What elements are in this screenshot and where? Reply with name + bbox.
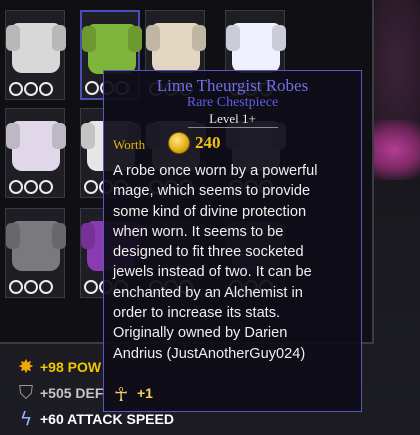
- gem-socket-icon: [24, 82, 38, 96]
- gold-coin-icon: [168, 132, 190, 154]
- description-line: when worn. It seems to be: [113, 223, 284, 240]
- stat-power: ✸ +98 POW: [15, 356, 101, 378]
- description-line: designed to fit three socketed: [113, 244, 304, 261]
- white-purple-armor-icon: [12, 121, 60, 171]
- item-tooltip: Lime Theurgist Robes Rare Chestpiece Lev…: [103, 70, 362, 412]
- item-level: Level 1+: [209, 111, 256, 126]
- bonus-value: +1: [137, 385, 153, 401]
- description-line: some kind of divine protection: [113, 203, 307, 220]
- item-name: Lime Theurgist Robes: [156, 76, 309, 95]
- item-rarity-type: Rare Chestpiece: [186, 95, 279, 110]
- item-description: A robe once worn by a powerful mage, whic…: [113, 161, 361, 364]
- level-divider: [188, 127, 278, 128]
- stat-attack-speed: ϟ +60 ATTACK SPEED: [15, 408, 174, 430]
- gem-socket-icon: [39, 280, 53, 294]
- gem-socket-icon: [9, 180, 23, 194]
- stat-attack-speed-text: +60 ATTACK SPEED: [40, 411, 174, 427]
- grey-armor-icon: [12, 221, 60, 271]
- attack-speed-icon: ϟ: [19, 408, 33, 430]
- stat-defense-text: +505 DEF: [40, 385, 104, 401]
- gem-socket-icon: [39, 82, 53, 96]
- defense-shield-icon: ⛉: [18, 382, 34, 404]
- description-line: enchanted by an Alchemist in: [113, 284, 303, 301]
- gem-sockets: [9, 280, 53, 294]
- description-line: order to increase its stats.: [113, 305, 281, 322]
- ankh-icon: ☥: [114, 384, 129, 406]
- stat-defense: ⛉ +505 DEF: [15, 382, 104, 404]
- stat-power-text: +98 POW: [40, 359, 102, 375]
- description-line: Originally owned by Darien: [113, 325, 288, 342]
- gem-socket-icon: [84, 180, 98, 194]
- gem-socket-icon: [9, 82, 23, 96]
- power-star-icon: ✸: [18, 356, 34, 378]
- white-blue-robe-icon: [232, 23, 280, 73]
- gem-socket-icon: [24, 180, 38, 194]
- lime-robe-icon: [88, 24, 136, 74]
- description-line: jewels instead of two. It can be: [113, 264, 312, 281]
- gem-socket-icon: [84, 280, 98, 294]
- gem-socket-icon: [9, 280, 23, 294]
- lime-theurgist-robe-icon: [152, 23, 200, 73]
- worth-value: 240: [195, 133, 221, 152]
- inventory-slot[interactable]: [5, 208, 65, 298]
- gem-sockets: [9, 82, 53, 96]
- description-line: A robe once worn by a powerful: [113, 163, 318, 179]
- gem-socket-icon: [39, 180, 53, 194]
- description-line: Andrius (JustAnotherGuy024): [113, 345, 306, 362]
- gem-sockets: [9, 180, 53, 194]
- worth-label: Worth: [113, 137, 146, 152]
- white-armor-icon: [12, 23, 60, 73]
- inventory-slot[interactable]: [5, 108, 65, 198]
- gem-socket-icon: [24, 280, 38, 294]
- gem-socket-icon: [85, 81, 99, 95]
- description-line: mage, which seems to provide: [113, 183, 311, 200]
- inventory-slot[interactable]: [5, 10, 65, 100]
